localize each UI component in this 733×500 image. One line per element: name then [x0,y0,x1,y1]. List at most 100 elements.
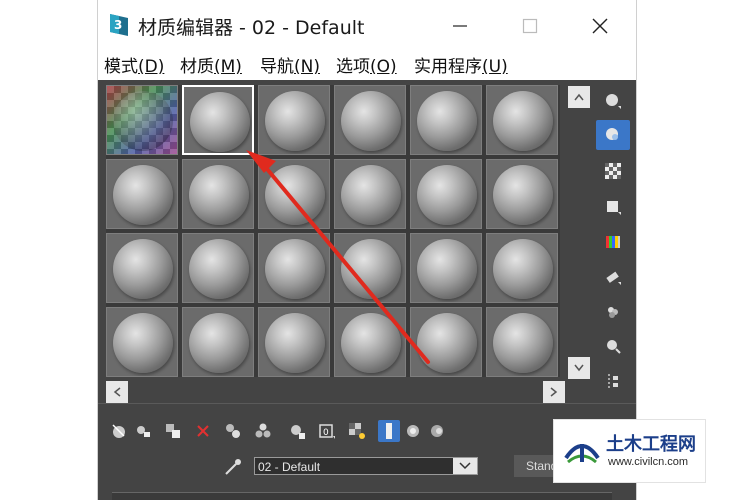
background-checker-button[interactable] [596,156,630,186]
menu-mode[interactable]: 模式(D) [104,52,164,77]
make-preview-button[interactable] [596,262,630,292]
material-id-channel-button[interactable]: 0 [316,420,338,442]
sample-slot[interactable] [258,159,330,229]
sample-slot[interactable] [106,233,178,303]
put-to-scene-button[interactable] [132,420,154,442]
sample-type-button[interactable] [596,86,630,116]
scroll-right-button[interactable] [543,381,565,403]
sample-slot[interactable] [486,159,558,229]
lower-panel-edge [112,492,612,500]
material-map-navigator-icon [608,374,618,388]
close-icon [592,18,608,34]
go-forward-sibling-button[interactable] [426,420,448,442]
chevron-up-icon [574,93,584,101]
material-sphere-preview [189,313,249,373]
go-to-parent-icon [407,425,419,437]
sample-slot[interactable] [258,233,330,303]
sample-slot[interactable] [334,233,406,303]
material-name-dropdown[interactable] [453,458,477,474]
sample-slot[interactable] [486,85,558,155]
checker-material-preview [107,86,177,154]
sample-slot[interactable] [258,307,330,377]
assign-material-icon [166,424,180,438]
sample-slot[interactable] [182,85,254,155]
make-unique-button[interactable] [252,420,274,442]
menu-material-hotkey: (M) [214,57,242,77]
put-to-library-icon [291,425,305,439]
sample-slot[interactable] [334,307,406,377]
sample-slot[interactable] [106,85,178,155]
assign-material-button[interactable] [162,420,184,442]
minimize-button[interactable] [446,12,474,40]
put-to-library-button[interactable] [286,420,308,442]
menu-navigation[interactable]: 导航(N) [260,52,320,77]
watermark-cn: 土木工程网 [606,434,696,455]
material-sphere-preview [113,165,173,225]
sample-slot[interactable] [486,307,558,377]
material-name-field[interactable]: 02 - Default [254,457,478,475]
material-sphere-preview [113,313,173,373]
menu-mode-label: 模式 [104,57,138,77]
material-sphere-preview [493,165,553,225]
maximize-button[interactable] [516,12,544,40]
sample-slot[interactable] [410,85,482,155]
close-button[interactable] [586,12,614,40]
civilcn-logo-icon [564,444,600,464]
get-material-icon [112,424,125,438]
eyedropper-icon[interactable] [222,456,244,478]
material-options-button[interactable] [596,297,630,327]
material-map-navigator-button[interactable] [596,366,630,396]
sample-slot[interactable] [106,307,178,377]
background-checker-icon [605,163,621,179]
material-sphere-preview [493,91,553,151]
sample-slot[interactable] [334,159,406,229]
show-shaded-material-icon [349,423,365,439]
title-bar: 3 材质编辑器 - 02 - Default [98,0,636,50]
menu-utilities[interactable]: 实用程序(U) [414,52,508,77]
scroll-up-button[interactable] [568,86,590,108]
sample-slot[interactable] [410,233,482,303]
menu-utilities-label: 实用程序 [414,57,482,77]
sample-slot[interactable] [258,85,330,155]
menu-options[interactable]: 选项(O) [336,52,397,77]
material-name-value: 02 - Default [258,460,321,474]
video-color-check-icon [606,236,620,248]
sample-slot[interactable] [182,159,254,229]
sample-slot[interactable] [182,233,254,303]
go-to-parent-button[interactable] [402,420,424,442]
window-title: 材质编辑器 - 02 - Default [138,17,365,39]
maximize-icon [522,18,538,34]
scroll-down-button[interactable] [568,357,590,379]
material-options-icon [608,307,618,318]
chevron-left-icon [113,387,121,397]
side-toolbar [596,84,632,404]
sample-slot[interactable] [486,233,558,303]
material-sphere-preview [417,91,477,151]
sample-slot[interactable] [410,159,482,229]
material-sphere-preview [417,313,477,373]
scroll-left-button[interactable] [106,381,128,403]
video-color-check-button[interactable] [596,227,630,257]
sample-slot[interactable] [106,159,178,229]
get-material-button[interactable] [108,420,130,442]
material-sphere-preview [493,313,553,373]
show-end-result-button[interactable] [378,420,400,442]
svg-text:3: 3 [114,18,122,32]
sample-slot[interactable] [182,307,254,377]
show-shaded-material-button[interactable] [346,420,368,442]
menu-navigation-hotkey: (N) [294,57,320,77]
menu-material[interactable]: 材质(M) [180,52,242,77]
menu-utilities-hotkey: (U) [482,57,508,77]
sample-uv-tiling-button[interactable] [596,192,630,222]
menu-bar: 模式(D) 材质(M) 导航(N) 选项(O) 实用程序(U) [98,50,636,80]
material-sphere-preview [189,239,249,299]
sample-uv-tiling-icon [607,201,621,215]
sample-slot[interactable] [410,307,482,377]
backlight-button[interactable] [596,120,630,150]
chevron-right-icon [550,387,558,397]
reset-map-button[interactable] [192,420,214,442]
copy-material-button[interactable] [222,420,244,442]
material-sphere-preview [265,313,325,373]
select-by-material-button[interactable] [596,331,630,361]
sample-slot[interactable] [334,85,406,155]
